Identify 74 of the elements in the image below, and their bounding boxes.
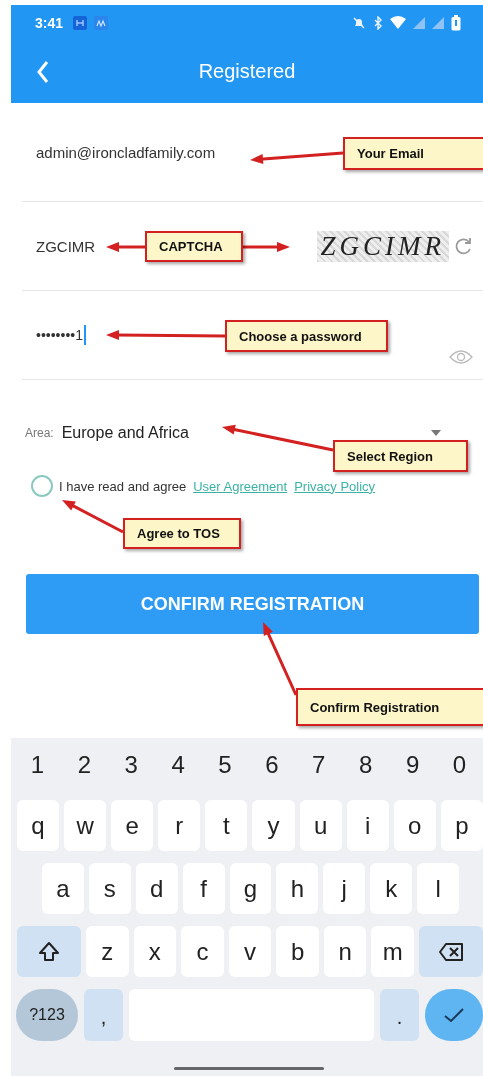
letter-key[interactable]: h	[276, 863, 319, 914]
punctuation-key[interactable]: ,	[84, 989, 123, 1041]
annotation-callout: Choose a password	[225, 320, 388, 352]
password-field[interactable]: ••••••••1	[36, 323, 86, 347]
letter-key[interactable]: q	[17, 800, 60, 851]
letter-key[interactable]: g	[229, 863, 272, 914]
number-key[interactable]: 0	[452, 751, 467, 779]
signal-icon	[432, 16, 444, 29]
cloud-notification-icon	[94, 15, 109, 30]
annotation-callout: Your Email	[343, 137, 483, 170]
number-key[interactable]: 2	[77, 751, 91, 779]
arrow	[106, 242, 145, 252]
number-key[interactable]: 1	[30, 751, 45, 779]
back-icon[interactable]	[36, 60, 50, 84]
eye-icon[interactable]	[449, 349, 473, 365]
letter-key[interactable]: v	[228, 926, 272, 977]
agree-checkbox[interactable]	[31, 475, 53, 497]
captcha-field[interactable]: ZGCIMR	[36, 237, 146, 255]
letter-key[interactable]: t	[205, 800, 248, 851]
letter-key[interactable]: z	[85, 926, 129, 977]
annotation-callout: Confirm Registration	[296, 688, 483, 726]
email-field[interactable]: admin@ironcladfamily.com	[36, 143, 296, 161]
letter-key[interactable]: d	[135, 863, 178, 914]
letter-key[interactable]: l	[417, 863, 459, 914]
screen-title: Registered	[198, 60, 296, 83]
letter-key[interactable]: b	[276, 926, 319, 977]
symbols-key[interactable]: ?123	[16, 989, 78, 1041]
letter-key[interactable]: j	[323, 863, 366, 914]
status-time: 3:41	[35, 14, 64, 31]
annotation-callout: Agree to TOS	[123, 518, 241, 549]
refresh-icon[interactable]	[453, 236, 473, 256]
letter-key[interactable]: f	[182, 863, 225, 914]
number-key[interactable]: 6	[265, 751, 279, 779]
wifi-icon	[390, 16, 406, 29]
annotation-callout: Select Region	[333, 440, 468, 472]
letter-key[interactable]: w	[64, 800, 107, 851]
letter-key[interactable]: u	[299, 800, 342, 851]
dropdown-caret-icon	[431, 430, 441, 436]
letter-key[interactable]: o	[393, 800, 436, 851]
number-key[interactable]: 8	[359, 751, 373, 779]
battery-icon	[451, 14, 461, 31]
bluetooth-icon	[373, 15, 383, 30]
number-key[interactable]: 7	[312, 751, 326, 779]
letter-key[interactable]: m	[371, 926, 415, 977]
number-key[interactable]: 5	[218, 751, 232, 779]
check-icon	[443, 1007, 465, 1023]
enter-key[interactable]	[425, 989, 483, 1041]
captcha-image: ZGCIMR	[316, 230, 449, 262]
letter-key[interactable]: k	[370, 863, 413, 914]
letter-key[interactable]: y	[252, 800, 295, 851]
muted-bell-icon	[352, 15, 366, 30]
letter-key[interactable]: e	[111, 800, 154, 851]
letter-key[interactable]: n	[323, 926, 367, 977]
shift-key[interactable]	[17, 926, 81, 977]
backspace-key[interactable]	[419, 926, 483, 977]
number-key[interactable]: 3	[124, 751, 138, 779]
letter-key[interactable]: a	[42, 863, 84, 914]
punctuation-key[interactable]: .	[380, 989, 419, 1041]
arrow	[243, 242, 290, 252]
agreement-text: I have read and agree	[59, 478, 187, 494]
number-key[interactable]: 9	[405, 751, 420, 779]
arrow	[62, 500, 124, 534]
letter-key[interactable]: p	[440, 800, 483, 851]
letter-key[interactable]: c	[181, 926, 224, 977]
signal-icon	[413, 16, 425, 29]
app-notification-icon	[73, 15, 88, 30]
letter-key[interactable]: i	[346, 800, 389, 851]
number-key[interactable]: 4	[171, 751, 185, 779]
shift-icon	[37, 940, 60, 963]
backspace-icon	[438, 941, 464, 962]
annotation-callout: CAPTCHA	[145, 231, 243, 262]
letter-key[interactable]: x	[133, 926, 177, 977]
letter-key[interactable]: s	[88, 863, 131, 914]
letter-key[interactable]: r	[158, 800, 201, 851]
